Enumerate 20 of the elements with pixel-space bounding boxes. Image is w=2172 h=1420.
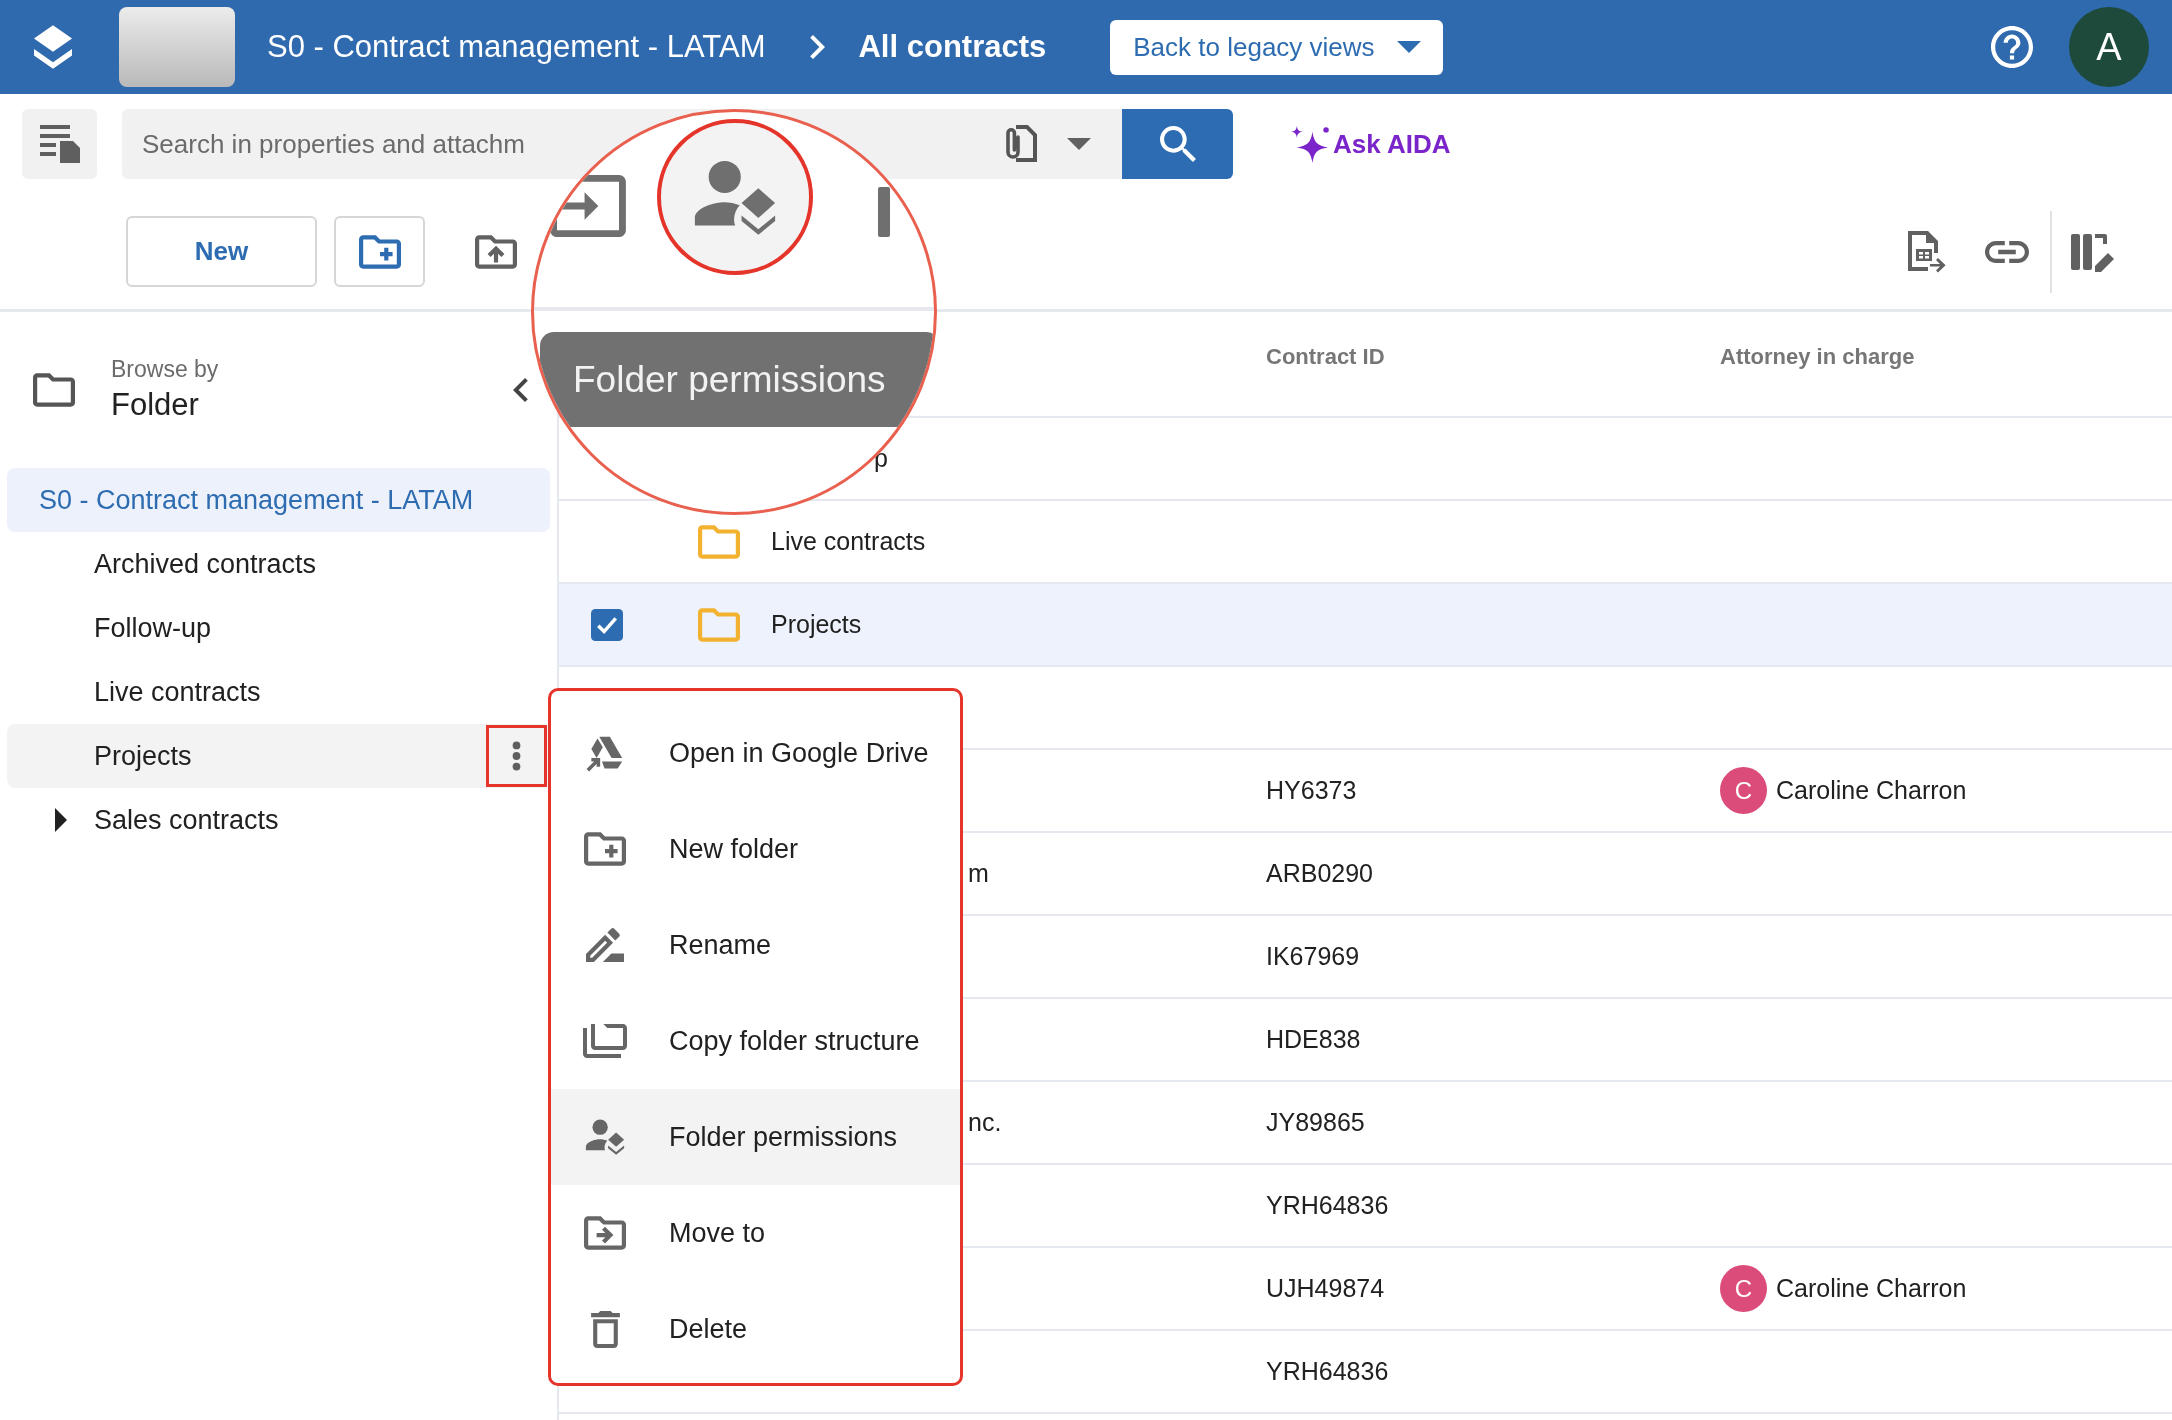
tooltip: Folder permissions [540,332,934,427]
title-cell-text: Live contracts [771,525,926,557]
contract-id-cell: IK67969 [1266,941,1360,970]
title-cell-text: m [968,857,989,889]
contract-id-cell: JY89865 [1266,1107,1365,1136]
attorney-name: Caroline Charron [1776,774,1967,806]
avatar: C [1720,1265,1767,1312]
breadcrumb-item: All contracts [858,27,1047,66]
browse-by-label: Browse by [111,355,219,384]
contract-id-cell: HDE838 [1266,1024,1361,1053]
contract-id-cell: YRH64836 [1266,1356,1389,1385]
browse-by-value: Folder [111,386,200,424]
title-cell-text: nc. [968,1106,1002,1138]
title-cell-text: Projects [771,608,862,640]
contract-id-cell: ARB0290 [1266,858,1374,887]
attorney-name: Caroline Charron [1776,1272,1967,1304]
avatar: C [1720,767,1767,814]
contract-id-cell: YRH64836 [1266,1190,1389,1219]
contract-id-cell: HY6373 [1266,775,1357,804]
contract-id-cell: UJH49874 [1266,1273,1385,1302]
